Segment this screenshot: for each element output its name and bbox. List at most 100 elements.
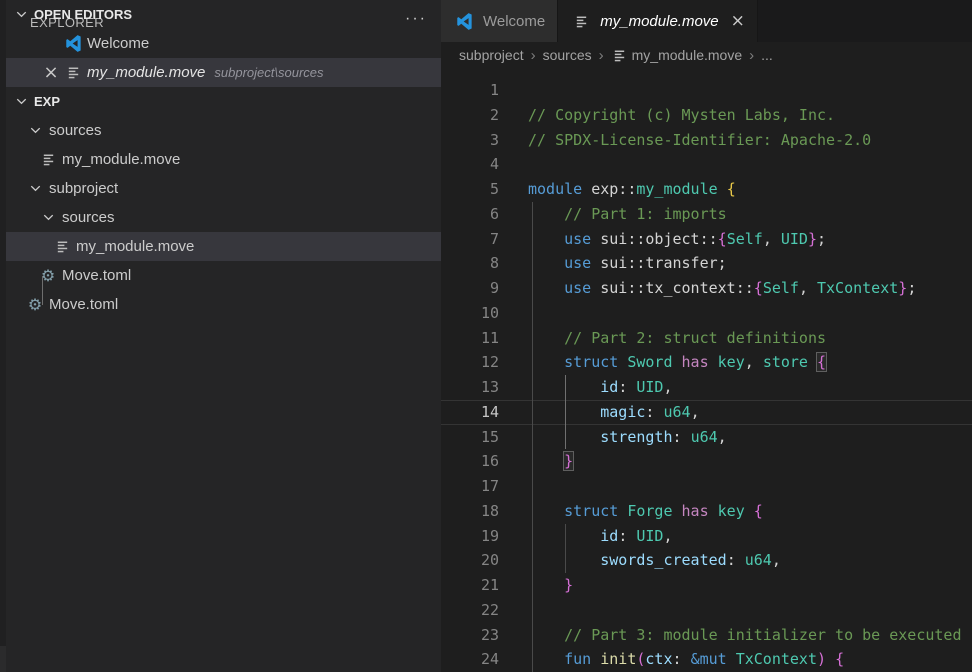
code-line[interactable]: 10 — [441, 301, 972, 326]
code-line-text[interactable]: use sui::object::{Self, UID}; — [528, 227, 826, 252]
code-token: ; — [907, 279, 916, 297]
line-number[interactable]: 9 — [441, 276, 499, 301]
code-line[interactable]: 12 struct Sword has key, store { — [441, 350, 972, 375]
code-line[interactable]: 19 id: UID, — [441, 524, 972, 549]
line-number[interactable]: 24 — [441, 647, 499, 672]
line-number[interactable]: 8 — [441, 251, 499, 276]
code-line-text[interactable]: module exp::my_module { — [528, 177, 736, 202]
line-number[interactable]: 23 — [441, 623, 499, 648]
breadcrumb-item[interactable]: subproject — [459, 47, 524, 63]
line-number[interactable]: 6 — [441, 202, 499, 227]
code-line-text[interactable]: // Copyright (c) Mysten Labs, Inc. — [528, 103, 835, 128]
tree-item-move-toml[interactable]: ⚙Move.toml — [6, 290, 441, 319]
code-line-text[interactable]: // SPDX-License-Identifier: Apache-2.0 — [528, 128, 871, 153]
tree-item-subproject[interactable]: subproject — [6, 174, 441, 203]
tab-label: my_module.move — [600, 13, 718, 30]
code-token: struct — [564, 502, 618, 520]
line-number[interactable]: 15 — [441, 425, 499, 450]
line-number[interactable]: 18 — [441, 499, 499, 524]
code-line[interactable]: 6 // Part 1: imports — [441, 202, 972, 227]
line-number[interactable]: 1 — [441, 78, 499, 103]
code-line[interactable]: 4 — [441, 152, 972, 177]
breadcrumb-item[interactable]: my_module.move — [611, 44, 743, 66]
tree-item-sources[interactable]: sources — [6, 116, 441, 145]
line-number[interactable]: 12 — [441, 350, 499, 375]
code-line[interactable]: 15 strength: u64, — [441, 425, 972, 450]
code-line-text[interactable]: } — [528, 573, 573, 598]
code-line[interactable]: 22 — [441, 598, 972, 623]
tree-indent-guide — [42, 276, 43, 305]
tree-item-my-module-move[interactable]: my_module.move — [6, 145, 441, 174]
code-line[interactable]: 1 — [441, 78, 972, 103]
code-token: // Part 2: struct definitions — [564, 329, 826, 347]
line-number[interactable]: 7 — [441, 227, 499, 252]
code-line[interactable]: 17 — [441, 474, 972, 499]
code-line-text[interactable]: // Part 3: module initializer to be exec… — [528, 623, 961, 648]
code-line-text[interactable]: id: UID, — [528, 375, 673, 400]
code-editor[interactable]: 12 // Copyright (c) Mysten Labs, Inc. 3 // … — [441, 68, 972, 672]
code-line-text[interactable]: // Part 1: imports — [528, 202, 727, 227]
code-token — [826, 650, 835, 668]
code-line-text[interactable]: struct Sword has key, store { — [528, 350, 826, 375]
line-number[interactable]: 17 — [441, 474, 499, 499]
code-line[interactable]: 5 module exp::my_module { — [441, 177, 972, 202]
breadcrumb-item[interactable]: sources — [543, 47, 592, 63]
code-line-text[interactable]: struct Forge has key { — [528, 499, 763, 524]
code-line[interactable]: 11 // Part 2: struct definitions — [441, 326, 972, 351]
line-number[interactable]: 16 — [441, 449, 499, 474]
code-line[interactable]: 13 id: UID, — [441, 375, 972, 400]
code-line[interactable]: 18 struct Forge has key { — [441, 499, 972, 524]
code-line[interactable]: 24 fun init(ctx: &mut TxContext) { — [441, 647, 972, 672]
code-line[interactable]: 16 } — [441, 449, 972, 474]
code-line-text[interactable]: id: UID, — [528, 524, 673, 549]
line-number[interactable]: 4 — [441, 152, 499, 177]
code-token — [618, 353, 627, 371]
code-line-text[interactable]: fun init(ctx: &mut TxContext) { — [528, 647, 844, 672]
line-number[interactable]: 20 — [441, 548, 499, 573]
code-line[interactable]: 7 use sui::object::{Self, UID}; — [441, 227, 972, 252]
code-line[interactable]: 9 use sui::tx_context::{Self, TxContext}… — [441, 276, 972, 301]
line-number[interactable]: 10 — [441, 301, 499, 326]
line-number[interactable]: 19 — [441, 524, 499, 549]
line-number[interactable]: 5 — [441, 177, 499, 202]
line-number[interactable]: 22 — [441, 598, 499, 623]
close-icon[interactable]: × — [43, 65, 58, 81]
tab-my-module-move[interactable]: my_module.move × — [558, 0, 758, 42]
open-editor-item[interactable]: ×my_module.movesubproject\sources — [6, 58, 441, 87]
open-editor-item[interactable]: Welcome — [6, 29, 441, 58]
code-token: // Part 3: module initializer to be exec… — [564, 626, 961, 644]
code-line[interactable]: 3 // SPDX-License-Identifier: Apache-2.0 — [441, 128, 972, 153]
chevron-down-icon — [24, 178, 46, 200]
code-token: } — [898, 279, 907, 297]
line-number[interactable]: 21 — [441, 573, 499, 598]
code-line-text[interactable]: magic: u64, — [528, 400, 700, 425]
explorer-root-section-header[interactable]: EXP — [6, 87, 441, 116]
open-editors-section-header[interactable]: OPEN EDITORS — [6, 0, 441, 29]
tree-item-my-module-move[interactable]: my_module.move — [6, 232, 441, 261]
line-number[interactable]: 2 — [441, 103, 499, 128]
code-token: : — [645, 403, 663, 421]
code-line-text[interactable]: } — [528, 449, 573, 474]
code-line[interactable]: 8 use sui::transfer; — [441, 251, 972, 276]
tab-welcome[interactable]: Welcome — [441, 0, 558, 42]
close-icon[interactable]: × — [731, 11, 745, 31]
code-line-text[interactable]: // Part 2: struct definitions — [528, 326, 826, 351]
breadcrumb-item[interactable]: ... — [761, 47, 773, 63]
line-number[interactable]: 13 — [441, 375, 499, 400]
tree-item-sources[interactable]: sources — [6, 203, 441, 232]
code-line[interactable]: 20 swords_created: u64, — [441, 548, 972, 573]
code-token — [528, 329, 564, 347]
code-line[interactable]: 14 magic: u64, — [441, 400, 972, 425]
line-number[interactable]: 3 — [441, 128, 499, 153]
code-token: , — [763, 230, 781, 248]
code-line-text[interactable]: use sui::transfer; — [528, 251, 727, 276]
code-line[interactable]: 23 // Part 3: module initializer to be e… — [441, 623, 972, 648]
code-line[interactable]: 21 } — [441, 573, 972, 598]
code-line-text[interactable]: strength: u64, — [528, 425, 727, 450]
code-token — [709, 502, 718, 520]
line-number[interactable]: 11 — [441, 326, 499, 351]
code-line[interactable]: 2 // Copyright (c) Mysten Labs, Inc. — [441, 103, 972, 128]
code-line-text[interactable]: use sui::tx_context::{Self, TxContext}; — [528, 276, 916, 301]
tree-item-move-toml[interactable]: ⚙Move.toml — [6, 261, 441, 290]
line-number[interactable]: 14 — [441, 400, 499, 425]
